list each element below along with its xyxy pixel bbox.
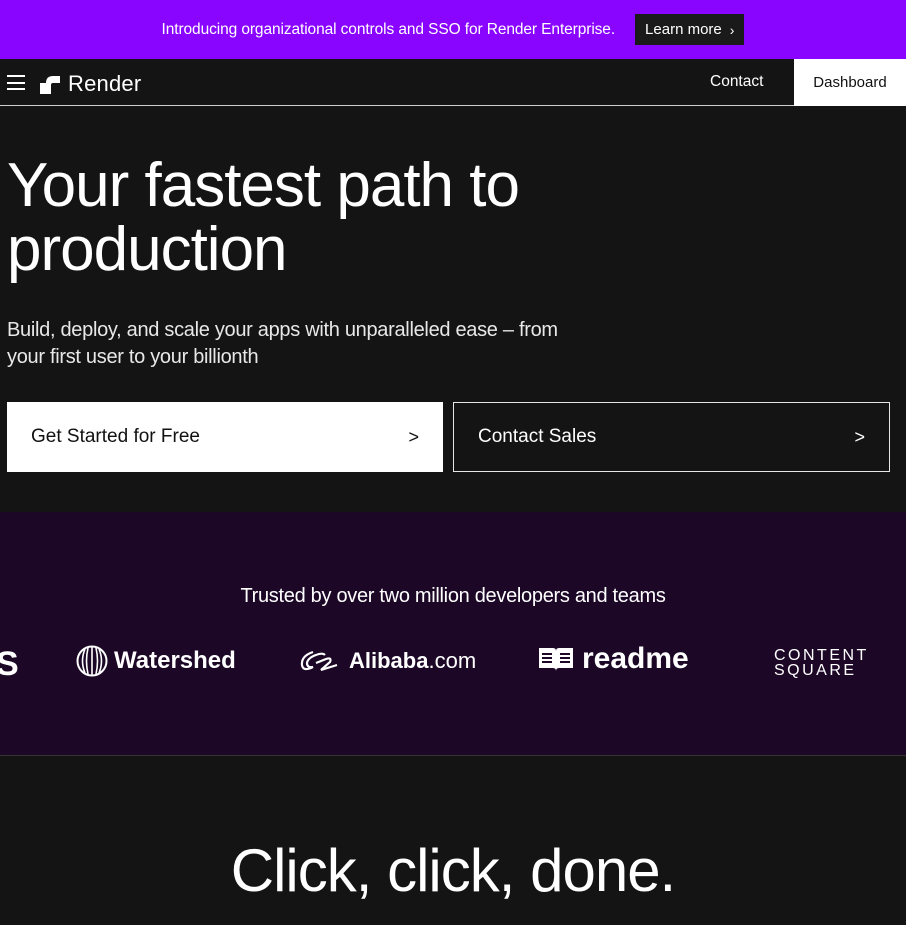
dashboard-button[interactable]: Dashboard (794, 59, 906, 106)
partial-logo-text: S (0, 645, 19, 683)
hero-title: Your fastest path to production (7, 154, 707, 282)
alibaba-logo: Alibaba.com (299, 648, 476, 674)
banner-text: Introducing organizational controls and … (161, 20, 616, 38)
hero-title-line1: Your fastest path to (7, 151, 520, 220)
hero-title-line2: production (7, 215, 288, 284)
readme-logo: readme (538, 642, 689, 676)
get-started-label: Get Started for Free (31, 426, 200, 447)
partial-logo: S (0, 645, 19, 684)
render-logo[interactable]: Render (40, 71, 141, 97)
hamburger-icon[interactable] (7, 75, 25, 90)
readme-logo-text: readme (582, 642, 689, 675)
logo-text: Render (68, 71, 142, 96)
watershed-logo-text: Watershed (114, 647, 236, 674)
section-title: Click, click, done. (230, 837, 676, 904)
learn-more-label: Learn more (645, 21, 722, 38)
book-icon (539, 648, 573, 671)
hero-subtitle-line1: Build, deploy, and scale your apps with … (7, 319, 558, 341)
watershed-logo: Watershed (76, 645, 236, 677)
nav-contact-link[interactable]: Contact (710, 73, 763, 91)
contentsquare-logo: CONTENT SQUARE (774, 647, 869, 679)
contact-sales-button[interactable]: Contact Sales > (453, 402, 890, 472)
announcement-banner: Introducing organizational controls and … (0, 0, 906, 59)
top-nav: Render Contact Dashboard (0, 59, 906, 106)
learn-more-button[interactable]: Learn more › (635, 14, 745, 45)
contentsquare-line2: SQUARE (774, 662, 857, 679)
get-started-button[interactable]: Get Started for Free > (7, 402, 443, 472)
chevron-right-icon: › (729, 21, 735, 38)
chevron-right-icon: > (854, 426, 865, 447)
contact-sales-label: Contact Sales (478, 426, 597, 447)
contentsquare-line1: CONTENT (774, 647, 869, 664)
render-logo-icon (40, 76, 60, 94)
alibaba-logo-text: Alibaba.com (349, 648, 477, 673)
watershed-globe-icon (76, 645, 108, 677)
alibaba-mark-icon (300, 650, 338, 672)
trusted-by-section: Trusted by over two million developers a… (0, 512, 906, 756)
hero-subtitle-line2: your first user to your billionth (7, 346, 259, 368)
hero-subtitle: Build, deploy, and scale your apps with … (7, 317, 607, 371)
chevron-right-icon: > (408, 426, 419, 447)
trusted-title: Trusted by over two million developers a… (240, 585, 666, 607)
